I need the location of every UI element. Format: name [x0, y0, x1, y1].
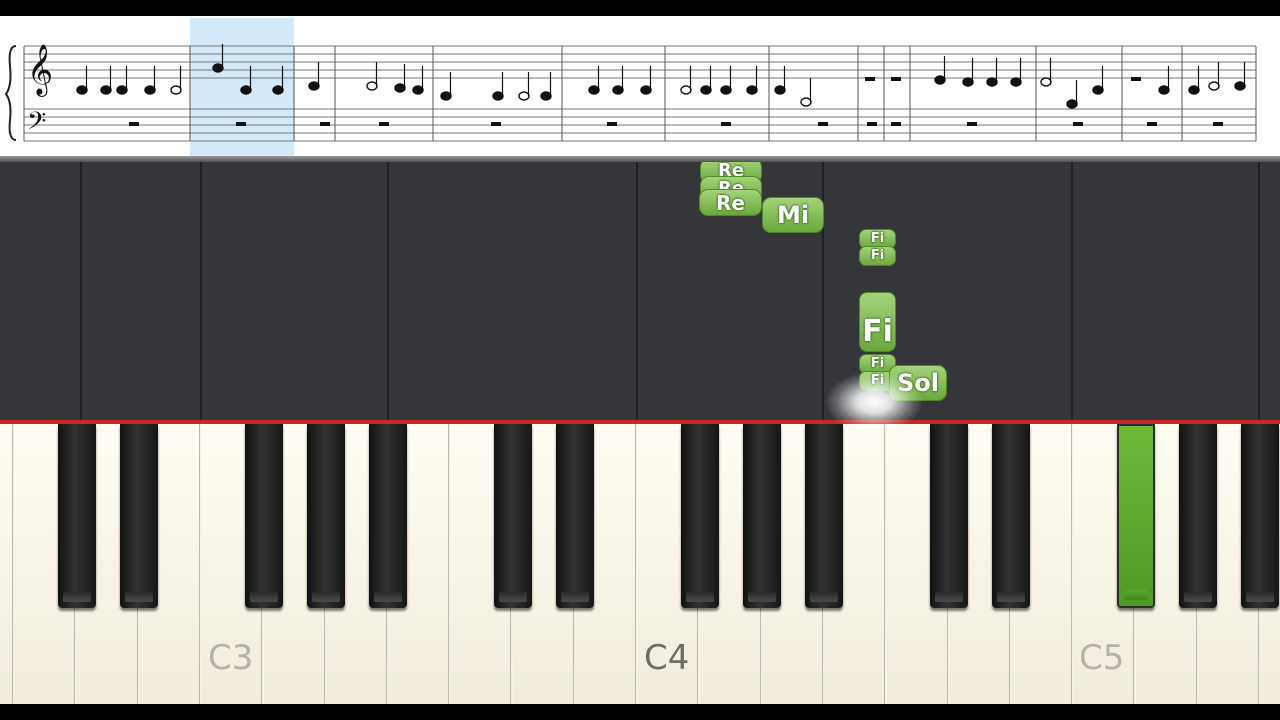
whole-rest	[721, 122, 731, 126]
note-head	[1188, 85, 1200, 95]
note-head	[934, 75, 946, 85]
score-svg: 𝄞 𝄢	[4, 18, 1257, 156]
black-key[interactable]	[119, 424, 158, 608]
note-head	[1208, 81, 1220, 91]
note-head	[1092, 85, 1104, 95]
black-key[interactable]	[57, 424, 96, 608]
white-key[interactable]	[0, 424, 13, 704]
key-press-glow	[826, 372, 922, 432]
note-head	[540, 91, 552, 101]
black-key[interactable]	[742, 424, 781, 608]
note-head	[1010, 77, 1022, 87]
grid-line	[200, 162, 202, 420]
black-key[interactable]	[929, 424, 968, 608]
black-key[interactable]	[306, 424, 345, 608]
note-head	[700, 85, 712, 95]
whole-rest	[891, 122, 901, 126]
black-key[interactable]	[369, 424, 408, 608]
falling-note: Fi	[859, 246, 896, 266]
black-key[interactable]	[244, 424, 283, 608]
black-key[interactable]	[1241, 424, 1280, 608]
octave-label-c3: C3	[208, 638, 254, 678]
note-head	[308, 81, 320, 91]
whole-rest	[320, 122, 330, 126]
note-head	[240, 85, 252, 95]
note-head	[100, 85, 112, 95]
whole-rest	[491, 122, 501, 126]
whole-rest	[967, 122, 977, 126]
note-head	[1158, 85, 1170, 95]
grid-line	[1071, 162, 1073, 420]
black-key[interactable]	[1179, 424, 1217, 608]
note-head	[640, 85, 652, 95]
note-head	[212, 63, 224, 73]
whole-rest	[129, 122, 139, 126]
note-head	[440, 91, 452, 101]
note-head	[412, 85, 424, 95]
whole-rest	[1213, 122, 1223, 126]
whole-rest	[1147, 122, 1157, 126]
black-key[interactable]	[992, 424, 1031, 608]
note-head	[144, 85, 156, 95]
black-key[interactable]	[1116, 424, 1155, 608]
black-key[interactable]	[805, 424, 844, 608]
note-head	[720, 85, 732, 95]
treble-rest	[1131, 77, 1141, 81]
falling-note: Fi	[859, 292, 896, 352]
black-key[interactable]	[556, 424, 594, 608]
note-head	[492, 91, 504, 101]
note-head	[116, 85, 128, 95]
falling-note: Re	[699, 189, 762, 216]
octave-label-c5: C5	[1079, 638, 1125, 678]
grid-line	[80, 162, 82, 420]
grand-staff-brace	[4, 45, 17, 141]
falling-note: Mi	[762, 197, 824, 233]
whole-rest	[607, 122, 617, 126]
grid-line	[636, 162, 638, 420]
note-head	[746, 85, 758, 95]
note-head	[366, 81, 378, 91]
note-head	[680, 85, 692, 95]
bottom-black-bar	[0, 704, 1280, 720]
note-head	[1066, 99, 1078, 109]
falling-notes-area: Re Re Re Mi Fi Fi Fi Fi Fi Sol	[0, 162, 1280, 420]
whole-rest	[818, 122, 828, 126]
note-head	[588, 85, 600, 95]
whole-rest	[236, 122, 246, 126]
top-black-bar	[0, 0, 1280, 16]
note-head	[1040, 77, 1052, 87]
note-head	[170, 85, 182, 95]
note-head	[774, 85, 786, 95]
note-head	[962, 77, 974, 87]
treble-rest	[891, 77, 901, 81]
whole-rest	[1073, 122, 1083, 126]
note-head	[518, 91, 530, 101]
note-head	[1234, 81, 1246, 91]
grid-line	[387, 162, 389, 420]
grid-line	[1258, 162, 1260, 420]
note-head	[986, 77, 998, 87]
black-key[interactable]	[493, 424, 532, 608]
note-head	[612, 85, 624, 95]
black-key[interactable]	[680, 424, 719, 608]
sheet-music-panel[interactable]: 𝄞 𝄢	[0, 16, 1280, 158]
treble-rest	[865, 77, 875, 81]
whole-rest	[379, 122, 389, 126]
note-head	[800, 97, 812, 107]
bass-clef-icon: 𝄢	[27, 107, 46, 142]
whole-rest	[867, 122, 877, 126]
note-head	[394, 83, 406, 93]
note-head	[272, 85, 284, 95]
note-head	[76, 85, 88, 95]
octave-label-c4: C4	[644, 638, 690, 678]
treble-clef-icon: 𝄞	[27, 44, 53, 97]
piano-keyboard[interactable]: C3 C4 C5	[0, 424, 1280, 704]
